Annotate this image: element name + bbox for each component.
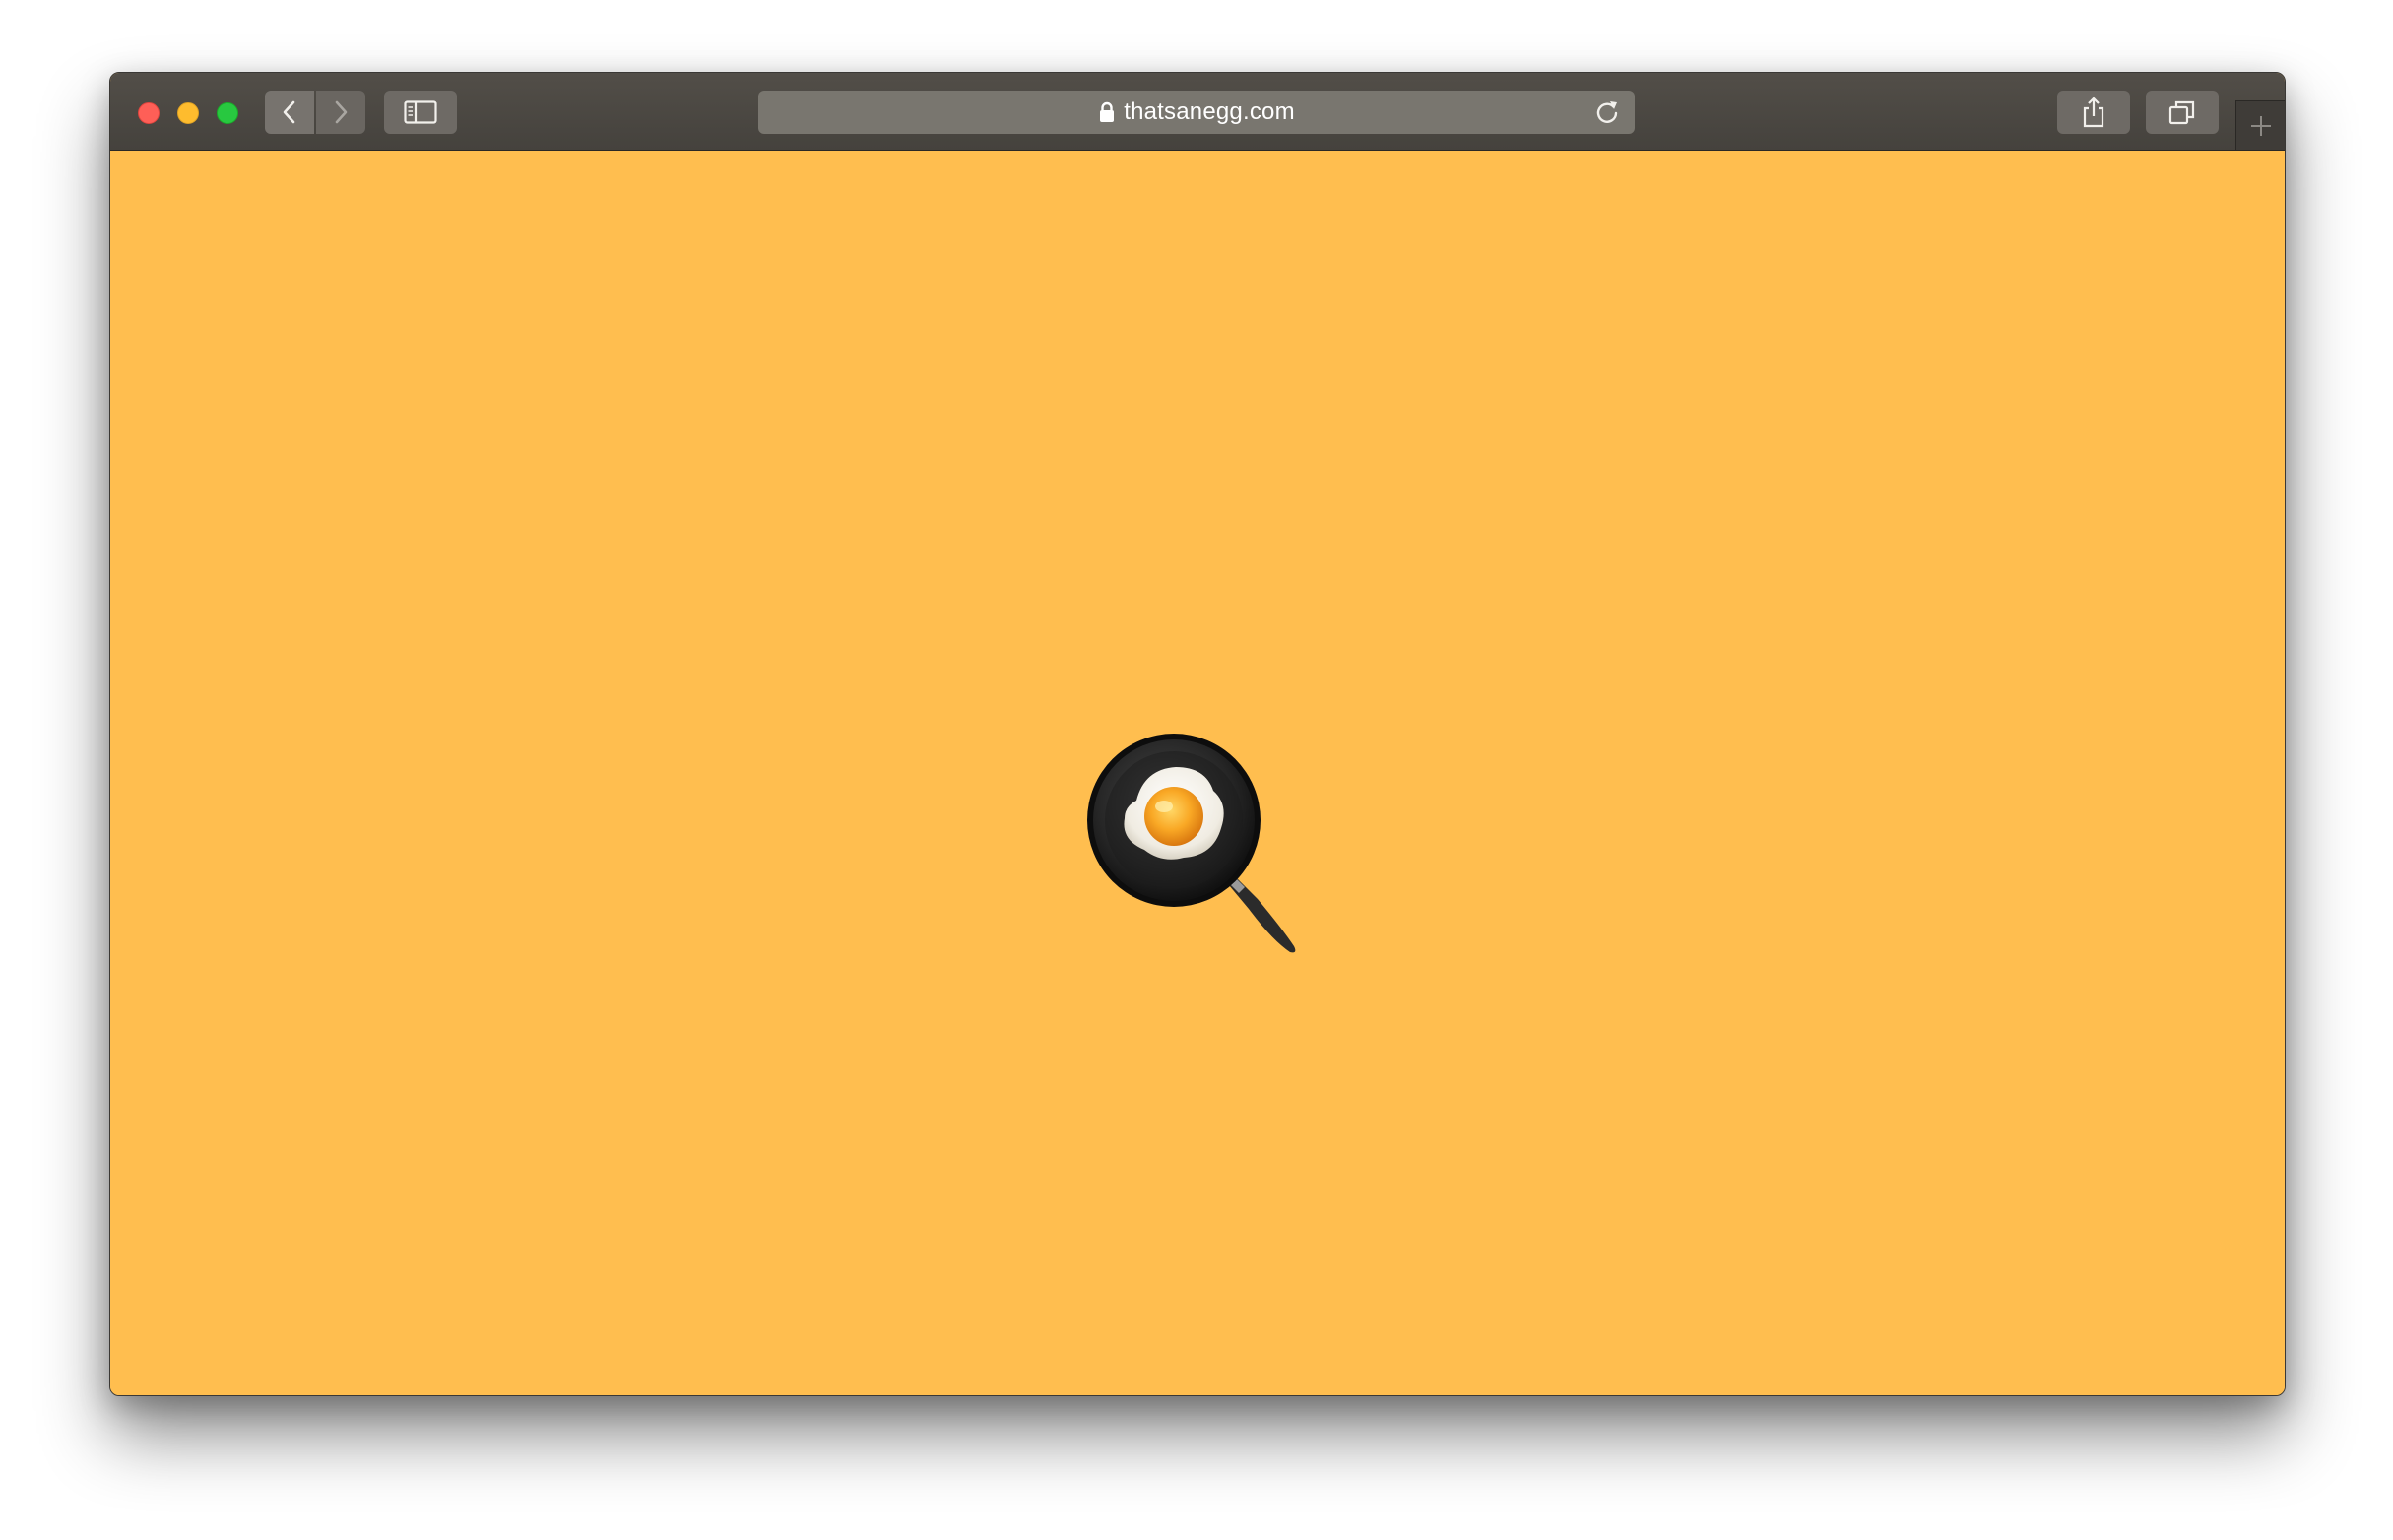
url-text: thatsanegg.com	[1124, 98, 1295, 125]
chevron-right-icon	[335, 100, 348, 124]
share-icon	[2083, 96, 2104, 128]
page-content	[110, 151, 2285, 1395]
maximize-window-button[interactable]	[217, 102, 238, 124]
browser-window: thatsanegg.com	[109, 72, 2286, 1396]
share-button[interactable]	[2057, 91, 2130, 134]
minimize-window-button[interactable]	[177, 102, 199, 124]
sidebar-toggle-button[interactable]	[384, 91, 457, 134]
forward-button[interactable]	[316, 91, 365, 134]
cooking-egg-in-pan-icon	[1087, 734, 1296, 953]
lock-icon	[1098, 101, 1116, 123]
tabs-overview-icon	[2168, 100, 2195, 125]
new-tab-button[interactable]	[2235, 100, 2285, 150]
plus-icon	[2250, 115, 2271, 136]
chevron-left-icon	[283, 100, 295, 124]
browser-toolbar: thatsanegg.com	[110, 73, 2285, 151]
back-button[interactable]	[265, 91, 314, 134]
close-window-button[interactable]	[138, 102, 160, 124]
sidebar-icon	[404, 100, 437, 124]
show-all-tabs-button[interactable]	[2146, 91, 2219, 134]
address-bar[interactable]: thatsanegg.com	[758, 91, 1635, 134]
reload-icon[interactable]	[1593, 98, 1621, 126]
